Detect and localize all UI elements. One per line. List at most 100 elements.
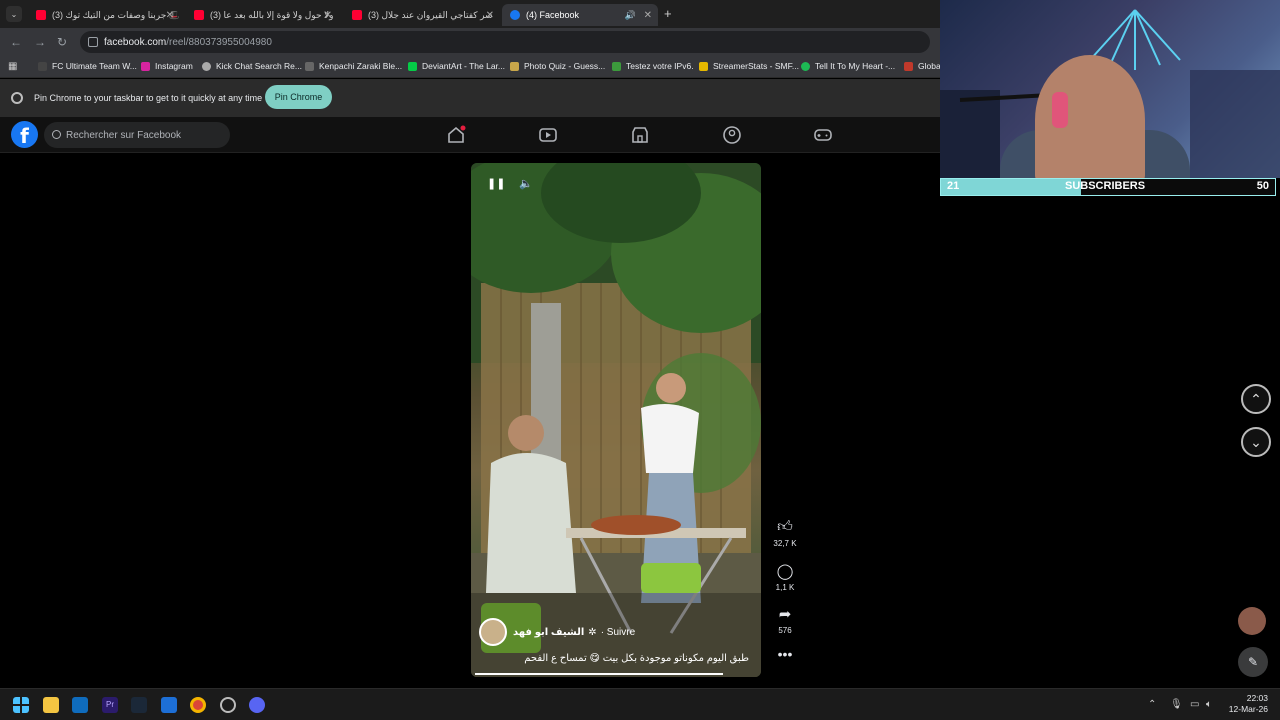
bookmark-item[interactable]: Instagram — [141, 61, 193, 71]
comment-count: 1,1 K — [775, 583, 795, 592]
pause-icon[interactable]: ❚❚ — [487, 177, 505, 190]
bookmark-item[interactable]: Kenpachi Zaraki Ble... — [305, 61, 402, 71]
new-message-button[interactable]: ✎ — [1238, 647, 1268, 677]
bookmark-item[interactable]: FC Ultimate Team W... — [38, 61, 137, 71]
close-icon[interactable]: ✕ — [486, 10, 494, 21]
bookmark-item[interactable]: DeviantArt - The Lar... — [408, 61, 505, 71]
facebook-search-input[interactable]: Rechercher sur Facebook — [44, 122, 230, 148]
home-icon[interactable] — [446, 125, 466, 145]
reel-caption: طبق اليوم مكوناتو موجودة بكل بيت 😋 تمساح… — [524, 653, 749, 664]
apps-icon[interactable]: ▦ — [8, 61, 17, 72]
next-reel-button[interactable]: ⌄ — [1241, 427, 1271, 457]
microphone-icon — [1052, 92, 1068, 128]
steam-icon[interactable] — [131, 697, 147, 713]
tab-youtube-1[interactable]: (3) جربنا وصفات من التيك توك 🎩 ✕ — [28, 4, 180, 26]
bookmark-icon — [699, 61, 708, 71]
bookmark-item[interactable]: Photo Quiz - Guess... — [510, 61, 605, 71]
gaming-icon[interactable] — [813, 125, 833, 145]
volume-icon[interactable]: 🔈 — [519, 177, 533, 190]
search-placeholder: Rechercher sur Facebook — [66, 129, 182, 141]
follow-link[interactable]: · Suivre — [601, 627, 635, 638]
reel-video[interactable]: ❚❚ 🔈 الشيف ابو فهد ✲ · Suivre طبق اليوم … — [471, 163, 761, 677]
reel-scene — [471, 163, 761, 677]
chevron-up-icon: ⌃ — [1250, 390, 1262, 407]
close-icon[interactable]: ✕ — [644, 10, 652, 21]
reel-author[interactable]: الشيف ابو فهد ✲ · Suivre — [479, 618, 635, 646]
url-host: facebook.com — [104, 36, 167, 48]
subscriber-goal-fill — [941, 179, 1082, 195]
previous-reel-button[interactable]: ⌃ — [1241, 384, 1271, 414]
facebook-icon — [510, 10, 520, 20]
spotify-icon — [801, 61, 810, 71]
bookmark-item[interactable]: StreamerStats - SMF... — [699, 61, 799, 71]
like-button[interactable]: 👍︎ 32,7 K — [770, 518, 800, 548]
author-name[interactable]: الشيف ابو فهد — [513, 627, 584, 638]
bookmark-icon — [202, 61, 211, 71]
windows-start-icon[interactable] — [13, 697, 29, 713]
microphone-icon[interactable]: 🎙︎ — [1170, 699, 1183, 710]
tab-youtube-2[interactable]: (3) ولا حول ولا قوة إلا بالله بعد عا ✕ — [186, 4, 338, 26]
tab-search-button[interactable]: ⌄ — [6, 6, 22, 22]
outlook-icon[interactable] — [72, 697, 88, 713]
new-tab-button[interactable]: + — [664, 6, 672, 21]
video-icon[interactable] — [538, 125, 558, 145]
webcam-overlay — [940, 0, 1280, 178]
more-icon: ••• — [777, 646, 793, 662]
app-icon[interactable] — [161, 697, 177, 713]
address-bar[interactable]: facebook.com/reel/880373955004980 — [80, 31, 930, 53]
bookmark-icon — [38, 61, 47, 71]
pin-message: Pin Chrome to your taskbar to get to it … — [34, 93, 263, 103]
close-icon[interactable]: ✕ — [166, 10, 174, 21]
youtube-icon — [36, 10, 46, 20]
more-options-button[interactable]: ••• — [770, 646, 800, 662]
bookmark-icon — [305, 61, 314, 71]
forward-icon[interactable]: → — [34, 35, 46, 49]
comment-button[interactable]: ◯ 1,1 K — [770, 562, 800, 592]
clock[interactable]: 22:03 12-Mar-26 — [1229, 693, 1268, 715]
network-icon[interactable]: ▭ — [1190, 699, 1199, 710]
bookmark-icon — [612, 61, 621, 71]
volume-icon[interactable]: 🔈︎ — [1206, 699, 1212, 710]
tab-youtube-3[interactable]: (3) سر كفتاجي القيروان عند جلال ✕ — [344, 4, 500, 26]
windows-taskbar: Pr ⌃ 🎙︎ ▭ 🔈︎ 22:03 12-Mar-26 — [0, 688, 1280, 720]
discord-icon[interactable] — [249, 697, 265, 713]
tab-facebook[interactable]: (4) Facebook 🔊 ✕ — [502, 4, 658, 26]
pin-chrome-banner: Pin Chrome to your taskbar to get to it … — [0, 79, 940, 117]
verified-icon: ✲ — [588, 626, 597, 638]
site-info-icon[interactable] — [88, 37, 98, 47]
share-button[interactable]: ➦ 576 — [770, 605, 800, 635]
bookmark-item[interactable]: Globa — [904, 61, 941, 71]
chrome-taskbar-icon[interactable] — [190, 697, 206, 713]
chevron-up-icon[interactable]: ⌃ — [1148, 699, 1156, 710]
browser-toolbar: ← → ↻ facebook.com/reel/880373955004980 — [0, 28, 940, 56]
url-path: /reel/880373955004980 — [166, 36, 272, 48]
tab-label: (3) ولا حول ولا قوة إلا بالله بعد عا — [210, 9, 334, 20]
share-icon: ➦ — [778, 606, 792, 623]
bookmarks-bar: ▦ FC Ultimate Team W... Instagram Kick C… — [0, 56, 941, 78]
premiere-icon[interactable]: Pr — [102, 697, 118, 713]
groups-icon[interactable] — [722, 125, 742, 145]
reel-progress-bar[interactable] — [475, 673, 723, 675]
youtube-icon — [194, 10, 204, 20]
close-icon[interactable]: ✕ — [324, 10, 332, 21]
chevron-down-icon: ⌄ — [1250, 433, 1262, 450]
marketplace-icon[interactable] — [630, 125, 650, 145]
bookmark-item[interactable]: Testez votre IPv6. — [612, 61, 694, 71]
instagram-icon — [141, 61, 150, 71]
reload-icon[interactable]: ↻ — [57, 35, 67, 49]
share-count: 576 — [778, 626, 792, 635]
subscriber-goal-bar: 21 SUBSCRIBERS 50 — [940, 178, 1276, 196]
pin-chrome-button[interactable]: Pin Chrome — [265, 85, 332, 109]
avatar[interactable] — [1238, 607, 1266, 635]
bookmark-item[interactable]: Tell It To My Heart -... — [801, 61, 895, 71]
bookmark-item[interactable]: Kick Chat Search Re... — [202, 61, 302, 71]
file-explorer-icon[interactable] — [43, 697, 59, 713]
facebook-logo[interactable]: f — [11, 121, 38, 148]
compose-icon: ✎ — [1247, 655, 1259, 669]
facebook-header: f Rechercher sur Facebook — [0, 117, 940, 153]
avatar[interactable] — [479, 618, 507, 646]
speaker-icon[interactable]: 🔊 — [625, 10, 636, 21]
back-icon[interactable]: ← — [10, 35, 22, 49]
app-icon[interactable] — [220, 697, 236, 713]
date: 12-Mar-26 — [1228, 704, 1268, 714]
